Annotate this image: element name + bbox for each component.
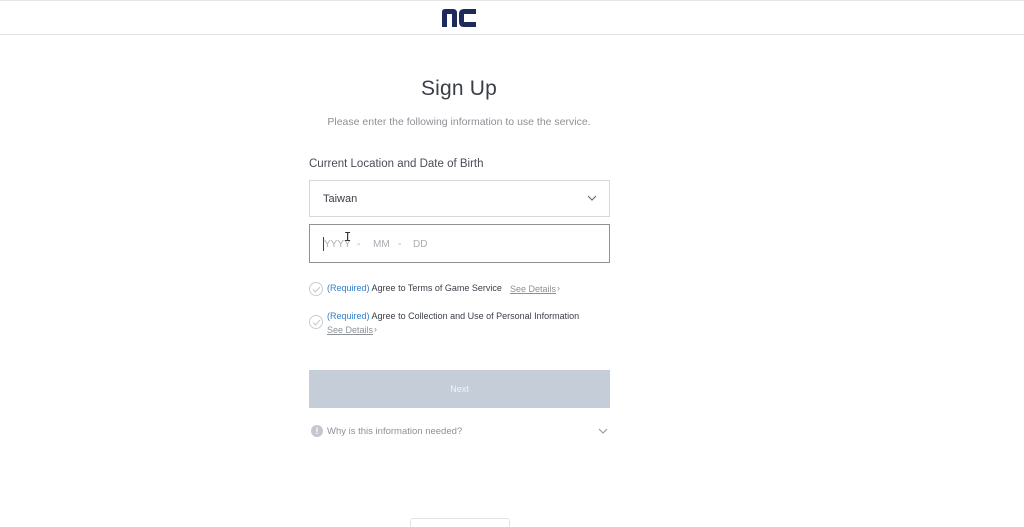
agree-privacy-row: (Required) Agree to Collection and Use o… xyxy=(309,309,610,337)
chevron-right-icon: › xyxy=(557,283,560,293)
info-icon: ! xyxy=(311,425,323,437)
location-select-value: Taiwan xyxy=(323,193,358,205)
agree-terms-label: (Required) Agree to Terms of Game Servic… xyxy=(327,283,502,293)
next-button[interactable]: Next xyxy=(309,370,610,408)
required-label: (Required) xyxy=(327,311,370,321)
agree-terms-row: (Required) Agree to Terms of Game Servic… xyxy=(309,281,610,297)
month-placeholder: MM xyxy=(373,239,390,250)
agree-terms-text: Agree to Terms of Game Service xyxy=(371,283,502,293)
chevron-right-icon: › xyxy=(374,324,377,334)
ibeam-cursor-icon: I xyxy=(344,230,352,244)
header xyxy=(0,0,1024,35)
section-label: Current Location and Date of Birth xyxy=(309,158,484,170)
required-label: (Required) xyxy=(327,283,370,293)
date-separator: - xyxy=(398,239,402,250)
footer-box xyxy=(410,518,510,527)
date-separator: - xyxy=(357,239,361,250)
page-subtitle: Please enter the following information t… xyxy=(327,116,591,128)
agree-terms-checkbox[interactable] xyxy=(309,282,323,296)
nc-logo[interactable] xyxy=(442,9,476,27)
birth-date-input[interactable]: YYYY - MM - DD I xyxy=(309,224,610,263)
see-details-link[interactable]: See Details xyxy=(510,284,556,294)
agree-privacy-label: (Required) Agree to Collection and Use o… xyxy=(327,311,579,321)
day-placeholder: DD xyxy=(413,239,428,250)
chevron-down-icon xyxy=(598,428,608,434)
page-title: Sign Up xyxy=(420,77,498,100)
check-icon xyxy=(312,319,321,326)
location-select[interactable]: Taiwan xyxy=(309,180,610,217)
agree-privacy-text: Agree to Collection and Use of Personal … xyxy=(371,311,580,321)
see-details-link[interactable]: See Details xyxy=(327,325,373,335)
why-info-text: Why is this information needed? xyxy=(327,426,463,437)
check-icon xyxy=(312,286,321,293)
chevron-down-icon xyxy=(587,195,597,201)
agree-privacy-checkbox[interactable] xyxy=(309,315,323,329)
why-info-toggle[interactable]: ! Why is this information needed? xyxy=(309,424,610,440)
